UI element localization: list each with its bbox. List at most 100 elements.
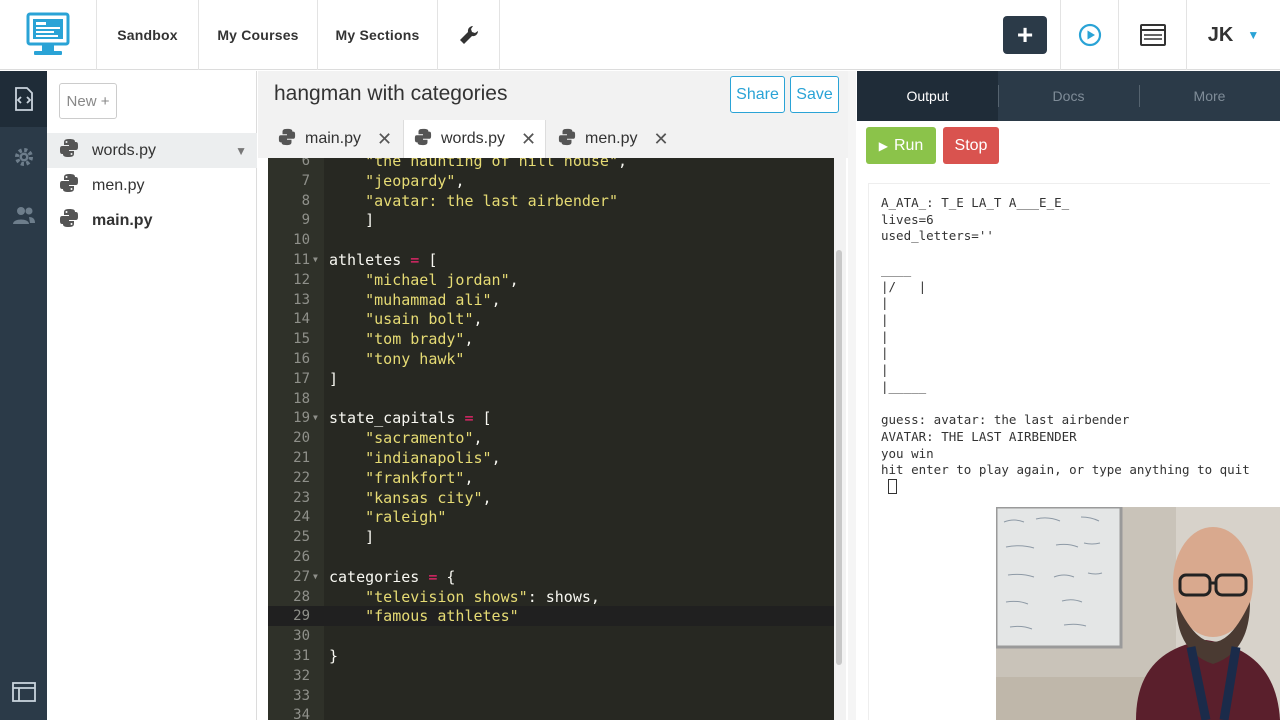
rail-settings[interactable] bbox=[0, 129, 47, 185]
fold-arrow-icon[interactable]: ▼ bbox=[313, 250, 318, 270]
console-line: used_letters='' bbox=[881, 228, 994, 244]
code-text: athletes = [ bbox=[329, 251, 438, 269]
plus-icon: + bbox=[1003, 16, 1047, 54]
code-line[interactable]: 31} bbox=[268, 646, 834, 666]
editor-header: hangman with categories Share Save bbox=[258, 71, 856, 121]
python-icon bbox=[558, 128, 576, 151]
code-text: ] bbox=[329, 369, 339, 388]
console-line: | bbox=[881, 362, 889, 377]
code-line[interactable]: 24 "raleigh" bbox=[268, 507, 834, 527]
close-icon[interactable]: ✕ bbox=[377, 129, 392, 150]
code-line[interactable]: 28 "television shows": shows, bbox=[268, 587, 834, 607]
layout-button[interactable] bbox=[1118, 0, 1186, 70]
tools-button[interactable] bbox=[438, 0, 500, 70]
rail-code[interactable] bbox=[0, 71, 47, 127]
tab-output[interactable]: Output bbox=[857, 71, 998, 121]
rail-users[interactable] bbox=[0, 187, 47, 243]
code-line[interactable]: 26 bbox=[268, 547, 834, 567]
console-line: | bbox=[881, 311, 889, 327]
code-line[interactable]: 8 "avatar: the last airbender" bbox=[268, 191, 834, 211]
nav-sandbox[interactable]: Sandbox bbox=[97, 0, 199, 70]
code-line[interactable]: 7 "jeopardy", bbox=[268, 171, 834, 191]
line-number: 29 bbox=[293, 608, 310, 625]
nav-my-courses[interactable]: My Courses bbox=[199, 0, 318, 70]
code-line[interactable]: 25 ] bbox=[268, 527, 834, 547]
sidebar-rail bbox=[0, 71, 47, 720]
project-title[interactable]: hangman with categories bbox=[274, 82, 507, 106]
line-number: 25 bbox=[293, 529, 310, 546]
code-editor[interactable]: 6 "the haunting of hill house", 7 "jeopar… bbox=[268, 158, 834, 720]
line-number: 11 bbox=[293, 252, 310, 268]
code-line[interactable]: 19 ▼ state_capitals = [ bbox=[268, 408, 834, 428]
play-circle-icon bbox=[1078, 23, 1101, 47]
gear-icon bbox=[14, 148, 33, 166]
user-menu[interactable]: JK ▼ bbox=[1186, 0, 1280, 70]
code-line[interactable]: 21 "indianapolis", bbox=[268, 448, 834, 468]
python-icon bbox=[59, 173, 79, 198]
code-line[interactable]: 34 bbox=[268, 705, 834, 720]
code-line[interactable]: 29 "famous athletes" bbox=[268, 606, 834, 627]
line-number: 7 bbox=[301, 172, 310, 189]
rail-layout[interactable] bbox=[0, 664, 47, 720]
code-line[interactable]: 11 ▼ athletes = [ bbox=[268, 250, 834, 270]
code-text: "the haunting of hill house", bbox=[365, 158, 628, 170]
tab-docs[interactable]: Docs bbox=[998, 71, 1139, 121]
code-line[interactable]: 20 "sacramento", bbox=[268, 428, 834, 448]
code-line[interactable]: 23 "kansas city", bbox=[268, 488, 834, 508]
code-line[interactable]: 17] bbox=[268, 369, 834, 389]
code-line[interactable]: 30 bbox=[268, 626, 834, 646]
close-icon[interactable]: ✕ bbox=[653, 129, 668, 150]
file-item-main[interactable]: main.py bbox=[47, 203, 257, 238]
new-project-button[interactable]: + bbox=[990, 0, 1060, 70]
tab-men[interactable]: men.py ✕ bbox=[548, 120, 678, 158]
play-icon: ▶ bbox=[878, 138, 888, 153]
tab-label: main.py bbox=[305, 130, 362, 147]
fold-arrow-icon[interactable]: ▼ bbox=[313, 408, 318, 428]
python-icon bbox=[278, 128, 296, 151]
code-line[interactable]: 12 "michael jordan", bbox=[268, 270, 834, 290]
file-item-words[interactable]: words.py ▼ bbox=[47, 133, 257, 168]
code-line[interactable]: 27 ▼ categories = { bbox=[268, 567, 834, 587]
share-button[interactable]: Share bbox=[730, 76, 785, 113]
tab-main[interactable]: main.py ✕ bbox=[268, 120, 403, 158]
line-number: 17 bbox=[293, 370, 310, 387]
code-line[interactable]: 9 ] bbox=[268, 210, 834, 230]
file-name: words.py bbox=[92, 141, 157, 159]
monitor-logo-icon bbox=[26, 12, 70, 55]
save-button[interactable]: Save bbox=[790, 76, 839, 113]
fold-arrow-icon[interactable]: ▼ bbox=[313, 567, 318, 587]
code-text: "television shows": shows, bbox=[365, 587, 600, 606]
code-line[interactable]: 15 "tom brady", bbox=[268, 329, 834, 349]
code-line[interactable]: 6 "the haunting of hill house", bbox=[268, 158, 834, 171]
code-line[interactable]: 13 "muhammad ali", bbox=[268, 290, 834, 310]
code-line[interactable]: 32 bbox=[268, 666, 834, 686]
run-button[interactable]: ▶ Run bbox=[866, 127, 936, 164]
file-name: men.py bbox=[92, 176, 145, 194]
code-line[interactable]: 22 "frankfort", bbox=[268, 468, 834, 488]
code-line[interactable]: 14 "usain bolt", bbox=[268, 309, 834, 329]
line-number: 21 bbox=[293, 450, 310, 466]
line-number: 22 bbox=[293, 469, 310, 486]
new-file-button[interactable]: New + bbox=[59, 83, 117, 119]
output-tabs: Output Docs More bbox=[857, 71, 1280, 121]
code-text: "frankfort", bbox=[365, 468, 474, 487]
code-line[interactable]: 16 "tony hawk" bbox=[268, 349, 834, 369]
logo[interactable] bbox=[0, 0, 97, 70]
scrollbar-thumb[interactable] bbox=[836, 250, 842, 665]
tab-words[interactable]: words.py ✕ bbox=[403, 120, 546, 158]
chevron-down-icon[interactable]: ▼ bbox=[235, 144, 247, 158]
code-line[interactable]: 33 bbox=[268, 686, 834, 706]
webcam-overlay bbox=[996, 507, 1280, 720]
pane-splitter[interactable] bbox=[848, 71, 856, 720]
line-number: 13 bbox=[293, 291, 310, 308]
close-icon[interactable]: ✕ bbox=[521, 129, 536, 150]
run-preview-button[interactable] bbox=[1060, 0, 1118, 70]
file-item-men[interactable]: men.py bbox=[47, 168, 257, 203]
stop-button[interactable]: Stop bbox=[943, 127, 999, 164]
users-icon bbox=[12, 207, 35, 224]
code-line[interactable]: 18 bbox=[268, 389, 834, 409]
nav-my-sections[interactable]: My Sections bbox=[318, 0, 438, 70]
tab-more[interactable]: More bbox=[1139, 71, 1280, 121]
wrench-icon bbox=[459, 25, 478, 44]
code-line[interactable]: 10 bbox=[268, 230, 834, 250]
